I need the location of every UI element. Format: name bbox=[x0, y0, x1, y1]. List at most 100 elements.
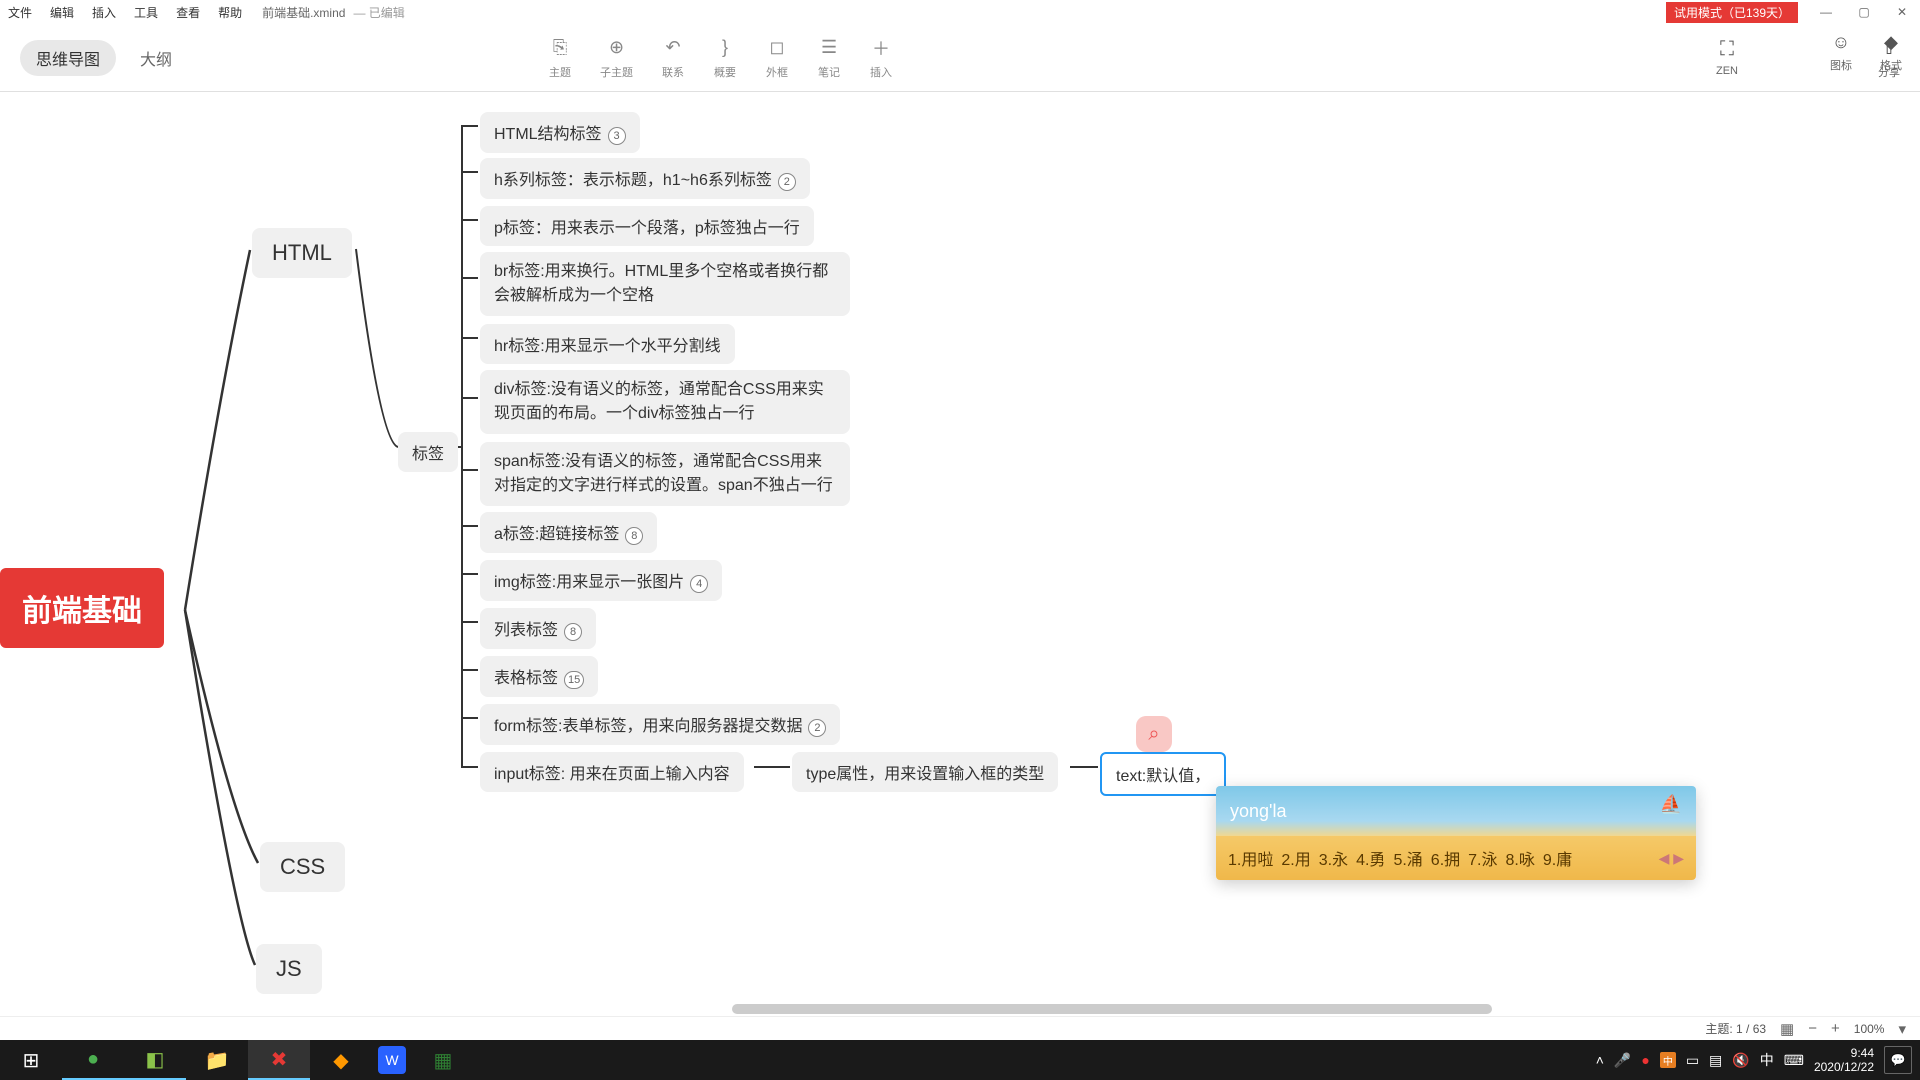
ime-input: yong'la bbox=[1216, 786, 1696, 836]
btn-insert[interactable]: ＋插入 bbox=[869, 36, 893, 80]
tray-app-icon[interactable]: 中 bbox=[1660, 1052, 1676, 1068]
ime-cand[interactable]: 6.拥 bbox=[1431, 846, 1460, 870]
node-n5[interactable]: hr标签:用来显示一个水平分割线 bbox=[480, 324, 735, 364]
tray-network-icon[interactable]: ▤ bbox=[1709, 1052, 1722, 1069]
tab-outline[interactable]: 大纲 bbox=[124, 40, 188, 76]
close-button[interactable]: ✕ bbox=[1892, 5, 1912, 19]
node-css[interactable]: CSS bbox=[260, 842, 345, 892]
menu-view[interactable]: 查看 bbox=[176, 4, 200, 21]
tray-record-icon[interactable]: ● bbox=[1641, 1052, 1649, 1068]
side-tools: ☺图标 ◆格式 bbox=[1830, 32, 1902, 73]
taskbar-explorer[interactable]: 📁 bbox=[186, 1040, 248, 1080]
scrollbar-thumb[interactable] bbox=[732, 1004, 1492, 1014]
trial-badge[interactable]: 试用模式（已139天） bbox=[1666, 2, 1798, 23]
node-label: JS bbox=[276, 956, 302, 981]
btn-relation[interactable]: ↶联系 bbox=[661, 36, 685, 80]
node-n15-editing[interactable]: text:默认值， bbox=[1100, 752, 1226, 796]
relation-icon: ↶ bbox=[661, 36, 685, 60]
node-n1[interactable]: HTML结构标签3 bbox=[480, 112, 640, 153]
tray-ime-icon[interactable]: 中 bbox=[1760, 1050, 1774, 1070]
tray-expand-icon[interactable]: ˄ bbox=[1596, 1052, 1604, 1068]
tab-mindmap[interactable]: 思维导图 bbox=[20, 40, 116, 76]
node-root[interactable]: 前端基础 bbox=[0, 568, 164, 648]
ime-cand[interactable]: 4.勇 bbox=[1356, 846, 1385, 870]
zen-icon: ⛶ bbox=[1720, 38, 1734, 61]
menu-file[interactable]: 文件 bbox=[8, 4, 32, 21]
node-n2[interactable]: h系列标签：表示标题，h1~h6系列标签2 bbox=[480, 158, 810, 199]
node-n12[interactable]: form标签:表单标签，用来向服务器提交数据2 bbox=[480, 704, 840, 745]
count-badge: 3 bbox=[608, 127, 626, 145]
taskbar-pycharm[interactable]: ◧ bbox=[124, 1040, 186, 1080]
notification-button[interactable]: 💬 bbox=[1884, 1046, 1912, 1074]
node-n13[interactable]: input标签: 用来在页面上输入内容 bbox=[480, 752, 744, 792]
horizontal-scrollbar[interactable] bbox=[4, 1002, 1916, 1016]
zoom-in-button[interactable]: + bbox=[1831, 1020, 1840, 1037]
node-n3[interactable]: p标签：用来表示一个段落，p标签独占一行 bbox=[480, 206, 814, 246]
node-n7[interactable]: span标签:没有语义的标签，通常配合CSS用来对指定的文字进行样式的设置。sp… bbox=[480, 442, 850, 506]
node-tags[interactable]: 标签 bbox=[398, 432, 458, 472]
summary-icon: } bbox=[713, 36, 737, 60]
taskbar-excel[interactable]: ▦ bbox=[412, 1040, 474, 1080]
maximize-button[interactable]: ▢ bbox=[1854, 5, 1874, 19]
system-tray: ˄ 🎤 ● 中 ▭ ▤ 🔇 中 ⌨ 9:44 2020/12/22 💬 bbox=[1596, 1046, 1920, 1075]
node-n8[interactable]: a标签:超链接标签8 bbox=[480, 512, 657, 553]
btn-summary[interactable]: }概要 bbox=[713, 36, 737, 80]
taskbar-clock[interactable]: 9:44 2020/12/22 bbox=[1814, 1046, 1874, 1075]
ime-candidates[interactable]: 1.用啦 2.用 3.永 4.勇 5.涌 6.拥 7.泳 8.咏 9.庸 ◀ ▶ bbox=[1216, 836, 1696, 880]
tray-battery-icon[interactable]: ▭ bbox=[1686, 1052, 1699, 1069]
menu-help[interactable]: 帮助 bbox=[218, 4, 242, 21]
menu-tools[interactable]: 工具 bbox=[134, 4, 158, 21]
ime-cand[interactable]: 3.永 bbox=[1319, 846, 1348, 870]
ime-cand[interactable]: 2.用 bbox=[1281, 846, 1310, 870]
btn-zen[interactable]: ⛶ZEN bbox=[1716, 38, 1738, 77]
node-label: CSS bbox=[280, 854, 325, 879]
node-n9[interactable]: img标签:用来显示一张图片4 bbox=[480, 560, 722, 601]
count-badge: 2 bbox=[778, 173, 796, 191]
taskbar: ⊞ ● ◧ 📁 ✖ ◆ W ▦ ˄ 🎤 ● 中 ▭ ▤ 🔇 中 ⌨ 9:44 2… bbox=[0, 1040, 1920, 1080]
map-view-icon[interactable]: ▦ bbox=[1780, 1020, 1794, 1038]
btn-icons[interactable]: ☺图标 bbox=[1830, 32, 1852, 73]
node-n14[interactable]: type属性，用来设置输入框的类型 bbox=[792, 752, 1058, 792]
ime-cand[interactable]: 9.庸 bbox=[1543, 846, 1572, 870]
taskbar-sublime[interactable]: ◆ bbox=[310, 1040, 372, 1080]
node-n4[interactable]: br标签:用来换行。HTML里多个空格或者换行都会被解析成为一个空格 bbox=[480, 252, 850, 316]
mindmap-canvas[interactable]: 前端基础 HTML CSS JS 标签 HTML结构标签3 h系列标签：表示标题… bbox=[0, 92, 1920, 1016]
menu-edit[interactable]: 编辑 bbox=[50, 4, 74, 21]
boundary-icon: ◻ bbox=[765, 36, 789, 60]
btn-boundary[interactable]: ◻外框 bbox=[765, 36, 789, 80]
view-tabs: 思维导图 大纲 bbox=[20, 40, 188, 76]
btn-note[interactable]: ☰笔记 bbox=[817, 36, 841, 80]
taskbar-xmind[interactable]: ✖ bbox=[248, 1040, 310, 1080]
zoom-dropdown-icon[interactable]: ▾ bbox=[1898, 1020, 1906, 1038]
node-js[interactable]: JS bbox=[256, 944, 322, 994]
node-n11[interactable]: 表格标签15 bbox=[480, 656, 598, 697]
taskbar-wps[interactable]: W bbox=[378, 1046, 406, 1074]
node-n6[interactable]: div标签:没有语义的标签，通常配合CSS用来实现页面的布局。一个div标签独占… bbox=[480, 370, 850, 434]
zoom-out-button[interactable]: − bbox=[1808, 1020, 1817, 1037]
note-icon: ☰ bbox=[817, 36, 841, 60]
ime-cand[interactable]: 8.咏 bbox=[1506, 846, 1535, 870]
ime-popup[interactable]: yong'la 1.用啦 2.用 3.永 4.勇 5.涌 6.拥 7.泳 8.咏… bbox=[1216, 786, 1696, 880]
toolbar: 思维导图 大纲 ⎘主题 ⊕子主题 ↶联系 }概要 ◻外框 ☰笔记 ＋插入 ⛶ZE… bbox=[0, 24, 1920, 92]
doc-title: 前端基础.xmind bbox=[262, 4, 345, 21]
btn-format[interactable]: ◆格式 bbox=[1880, 32, 1902, 73]
count-badge: 15 bbox=[564, 671, 584, 689]
ime-cand[interactable]: 5.涌 bbox=[1393, 846, 1422, 870]
ime-cand[interactable]: 1.用啦 bbox=[1228, 846, 1273, 870]
node-html[interactable]: HTML bbox=[252, 228, 352, 278]
taskbar-chrome[interactable]: ● bbox=[62, 1040, 124, 1080]
menu-insert[interactable]: 插入 bbox=[92, 4, 116, 21]
node-n10[interactable]: 列表标签8 bbox=[480, 608, 596, 649]
tray-volume-icon[interactable]: 🔇 bbox=[1732, 1052, 1749, 1069]
start-button[interactable]: ⊞ bbox=[0, 1040, 62, 1080]
btn-subtopic[interactable]: ⊕子主题 bbox=[600, 36, 633, 80]
count-badge: 2 bbox=[808, 719, 826, 737]
ime-nav[interactable]: ◀ ▶ bbox=[1659, 850, 1684, 867]
tray-keyboard-icon[interactable]: ⌨ bbox=[1784, 1052, 1804, 1069]
btn-topic[interactable]: ⎘主题 bbox=[548, 36, 572, 80]
format-icon: ◆ bbox=[1884, 32, 1898, 53]
tray-mic-icon[interactable]: 🎤 bbox=[1614, 1052, 1631, 1069]
minimize-button[interactable]: — bbox=[1816, 5, 1836, 19]
zoom-level[interactable]: 100% bbox=[1854, 1022, 1885, 1036]
ime-cand[interactable]: 7.泳 bbox=[1468, 846, 1497, 870]
